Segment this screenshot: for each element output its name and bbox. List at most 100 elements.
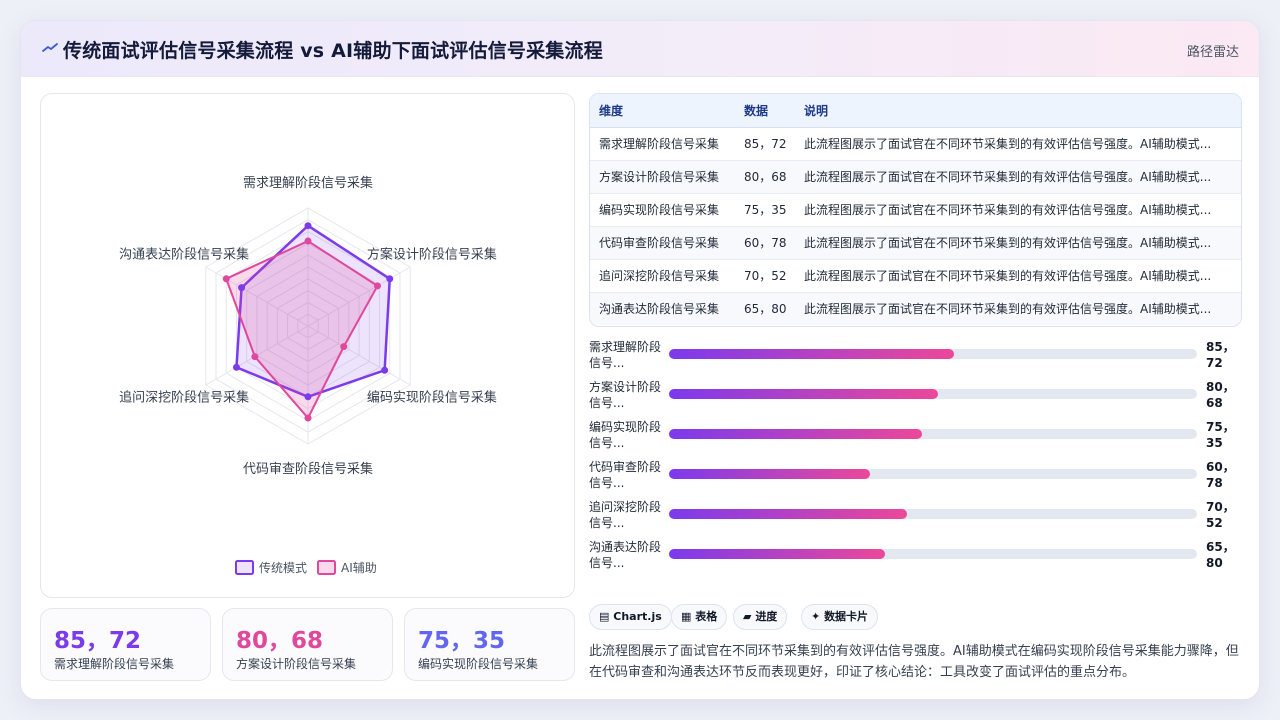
bar-label-line: 追问深挖阶段 [589, 500, 662, 514]
bar-value-line: 68 [1206, 396, 1223, 410]
bar-row: 需求理解阶段 信号... 85， 72 [589, 339, 1242, 373]
bar-value-line: 65， [1206, 540, 1235, 554]
stat-card: 85，72 需求理解阶段信号采集 [40, 608, 211, 681]
bar-track [669, 549, 1197, 559]
radar-axis-label: 编码实现阶段信号采集 [367, 390, 497, 406]
bar-value-line: 70， [1206, 500, 1235, 514]
bar-value-line: 78 [1206, 476, 1223, 490]
table-icon: ▦ [681, 610, 692, 623]
radar-point [304, 237, 312, 245]
table-cell: 此流程图展示了面试官在不同环节采集到的有效评估信号强度。AI辅助模式... [795, 160, 1241, 194]
column-header: 说明 [795, 94, 1241, 128]
bar-value: 65， 80 [1206, 539, 1235, 571]
chip-2[interactable]: ▦ 表格 [671, 604, 728, 630]
table-cell: 沟通表达阶段信号采集 [590, 292, 735, 325]
radar-axis-label: 代码审查阶段信号采集 [243, 461, 373, 477]
legend-swatch[interactable] [235, 560, 254, 575]
stat-value: 85，72 [54, 628, 142, 654]
table-cell: 追问深挖阶段信号采集 [590, 259, 735, 293]
bar-label-line: 代码审查阶段 [589, 460, 662, 474]
bar-value-line: 75， [1206, 420, 1235, 434]
radar-chart-panel: 需求理解阶段信号采集方案设计阶段信号采集 编码实现阶段信号采集代码审查阶段信号采集… [40, 93, 575, 598]
bar-track [669, 469, 1197, 479]
radar-axis-label: 方案设计阶段信号采集 [367, 247, 497, 263]
route-link[interactable]: 路径雷达 [1187, 41, 1239, 60]
table-cell: 此流程图展示了面试官在不同环节采集到的有效评估信号强度。AI辅助模式... [795, 193, 1241, 227]
bar-row: 方案设计阶段 信号... 80， 68 [589, 379, 1242, 413]
table-cell: 此流程图展示了面试官在不同环节采集到的有效评估信号强度。AI辅助模式... [795, 127, 1241, 161]
data-table: 维度 数据 说明 需求理解阶段信号采集 85，72 此流程图展示了面试官在不同环节采… [589, 93, 1242, 327]
bar-track [669, 349, 1197, 359]
chip-label: 数据卡片 [824, 610, 869, 623]
stat-label: 方案设计阶段信号采集 [236, 657, 357, 671]
table-cell: 编码实现阶段信号采集 [590, 193, 735, 227]
bar-value: 60， 78 [1206, 459, 1235, 491]
legend-label[interactable]: 传统模式 [259, 560, 307, 575]
bar-value-line: 52 [1206, 516, 1223, 530]
chip-4[interactable]: ✦ 数据卡片 [801, 604, 879, 630]
radar-wave-icon [42, 43, 58, 52]
table-row: 需求理解阶段信号采集 85，72 此流程图展示了面试官在不同环节采集到的有效评估信号… [590, 127, 1241, 161]
bar-row: 追问深挖阶段 信号... 70， 52 [589, 499, 1242, 533]
bar-fill [669, 389, 939, 399]
radar-point [232, 363, 240, 371]
stat-label: 编码实现阶段信号采集 [418, 657, 539, 671]
bar-value: 70， 52 [1206, 499, 1235, 531]
bar-value-line: 80 [1206, 556, 1223, 570]
bar-row: 代码审查阶段 信号... 60， 78 [589, 459, 1242, 493]
bar-label-line: 沟通表达阶段 [589, 540, 662, 554]
table-cell: 方案设计阶段信号采集 [590, 160, 735, 194]
bar-value-line: 72 [1206, 356, 1223, 370]
table-row: 追问深挖阶段信号采集 70，52 此流程图展示了面试官在不同环节采集到的有效评估信号… [590, 259, 1241, 293]
column-header: 数据 [735, 94, 795, 128]
bar-row: 沟通表达阶段 信号... 65， 80 [589, 539, 1242, 573]
radar-point [304, 414, 312, 422]
bar-fill [669, 509, 907, 519]
table-cell: 75，35 [735, 193, 795, 227]
table-header-row: 维度 数据 说明 [590, 94, 1241, 128]
chip-label: 进度 [755, 610, 778, 623]
legend-swatch[interactable] [317, 560, 336, 575]
bar-track [669, 509, 1197, 519]
table-row: 编码实现阶段信号采集 75，35 此流程图展示了面试官在不同环节采集到的有效评估信号… [590, 193, 1241, 227]
radar-axis-label: 需求理解阶段信号采集 [243, 175, 373, 191]
page-title: 传统面试评估信号采集流程 vs AI辅助下面试评估信号采集流程 [63, 40, 603, 62]
bar-value-line: 85， [1206, 340, 1235, 354]
table-cell: 80，68 [735, 160, 795, 194]
bar-label: 沟通表达阶段 信号... [589, 539, 665, 571]
chip-1[interactable]: ▤ Chart.js [589, 604, 672, 630]
bar-label-line: 信号... [589, 476, 625, 490]
radar-point [251, 353, 259, 361]
chip-3[interactable]: ▰ 进度 [733, 604, 788, 630]
table-cell: 65，80 [735, 292, 795, 325]
table-cell: 代码审查阶段信号采集 [590, 226, 735, 260]
table-cell: 此流程图展示了面试官在不同环节采集到的有效评估信号强度。AI辅助模式... [795, 226, 1241, 260]
header-bar: 传统面试评估信号采集流程 vs AI辅助下面试评估信号采集流程 路径雷达 [21, 21, 1259, 77]
chip-label: 表格 [695, 610, 718, 623]
table-cell: 85，72 [735, 127, 795, 161]
bar-value-line: 80， [1206, 380, 1235, 394]
bar-value-line: 60， [1206, 460, 1235, 474]
bar-label-line: 信号... [589, 556, 625, 570]
radar-chart: 需求理解阶段信号采集方案设计阶段信号采集编码实现阶段信号采集代码审查阶段信号采集… [119, 175, 497, 575]
bar-value: 80， 68 [1206, 379, 1235, 411]
bar-value-line: 35 [1206, 436, 1223, 450]
chart-icon: ▤ [599, 610, 610, 623]
dashboard-card: 传统面试评估信号采集流程 vs AI辅助下面试评估信号采集流程 路径雷达 需求理… [20, 20, 1260, 700]
bar-fill [669, 469, 870, 479]
bar-label: 追问深挖阶段 信号... [589, 499, 665, 531]
stat-value: 80，68 [236, 628, 324, 654]
stat-card: 75，35 编码实现阶段信号采集 [404, 608, 575, 681]
bar-fill [669, 429, 923, 439]
radar-point [304, 393, 312, 401]
legend-label[interactable]: AI辅助 [341, 561, 377, 575]
radar-point [238, 284, 246, 292]
chip-label: Chart.js [613, 610, 662, 623]
table-cell: 需求理解阶段信号采集 [590, 127, 735, 161]
progress-icon: ▰ [743, 610, 752, 623]
bar-fill [669, 549, 886, 559]
radar-axis-label: 沟通表达阶段信号采集 [119, 247, 249, 263]
radar-point [386, 275, 394, 283]
radar-point [381, 366, 389, 374]
bar-track [669, 429, 1197, 439]
